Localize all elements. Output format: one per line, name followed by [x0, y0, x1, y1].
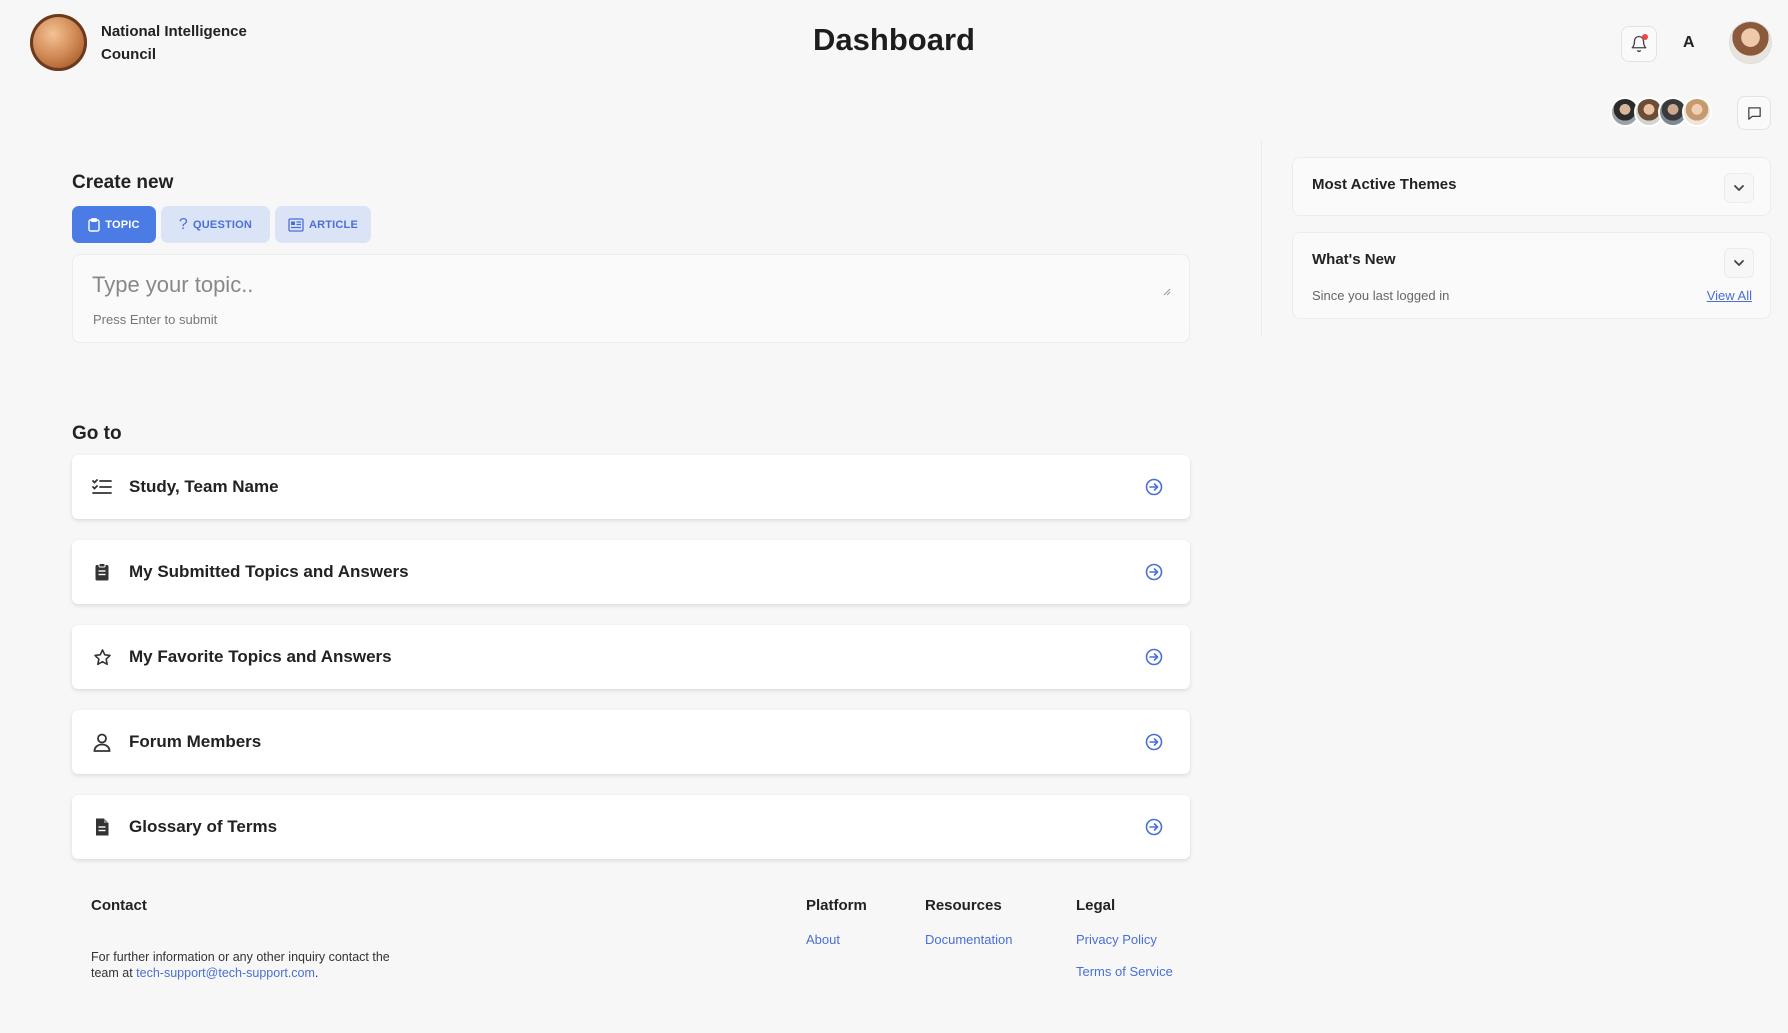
arrow-right-circle-icon[interactable]: [1145, 478, 1163, 496]
arrow-right-circle-icon[interactable]: [1145, 818, 1163, 836]
goto-submitted-topics[interactable]: My Submitted Topics and Answers: [72, 540, 1190, 604]
newspaper-icon: [288, 217, 304, 232]
contact-email-link[interactable]: tech-support@tech-support.com: [136, 966, 315, 980]
whats-new-panel: What's New Since you last logged in View…: [1292, 232, 1771, 319]
user-icon: [92, 732, 112, 752]
list-item-label: Glossary of Terms: [129, 817, 278, 836]
footer-link-terms[interactable]: Terms of Service: [1076, 964, 1173, 979]
chevron-down-icon: [1734, 260, 1744, 266]
arrow-right-circle-icon[interactable]: [1145, 733, 1163, 751]
expand-button[interactable]: [1724, 173, 1754, 203]
goto-glossary[interactable]: Glossary of Terms: [72, 795, 1190, 859]
tab-question-label: QUESTION: [193, 218, 253, 231]
document-icon: [92, 817, 112, 837]
notifications-button[interactable]: [1621, 26, 1657, 62]
tab-topic[interactable]: TOPIC: [72, 206, 156, 243]
goto-favorite-topics[interactable]: My Favorite Topics and Answers: [72, 625, 1190, 689]
panel-subtitle: Since you last logged in: [1312, 288, 1450, 303]
footer-link-about[interactable]: About: [806, 932, 840, 947]
footer-legal-title: Legal: [1076, 897, 1116, 914]
tab-article[interactable]: ARTICLE: [275, 206, 371, 243]
page-title: Dashboard: [813, 22, 975, 57]
view-all-link[interactable]: View All: [1707, 288, 1752, 303]
tab-question[interactable]: ? QUESTION: [161, 206, 270, 243]
arrow-right-circle-icon[interactable]: [1145, 563, 1163, 581]
create-tabs: TOPIC ? QUESTION ARTICLE: [72, 206, 371, 243]
list-item-label: My Favorite Topics and Answers: [129, 647, 392, 666]
list-item-label: My Submitted Topics and Answers: [129, 562, 409, 581]
column-divider: [1261, 140, 1262, 336]
star-icon: [92, 647, 112, 667]
create-new-title: Create new: [72, 172, 174, 193]
clipboard-filled-icon: [92, 562, 112, 582]
tab-topic-label: TOPIC: [105, 218, 140, 231]
notification-dot: [1642, 34, 1648, 40]
goto-forum-members[interactable]: Forum Members: [72, 710, 1190, 774]
panel-title: Most Active Themes: [1312, 176, 1457, 193]
chat-bubble-icon: [1747, 106, 1761, 120]
list-item-label: Forum Members: [129, 732, 262, 751]
submit-hint: Press Enter to submit: [93, 312, 218, 327]
avatar[interactable]: [1682, 97, 1712, 127]
language-switcher[interactable]: A: [1683, 34, 1695, 52]
list-item-label: Study, Team Name: [129, 477, 279, 496]
topic-composer: Press Enter to submit: [72, 254, 1190, 343]
chevron-down-icon: [1734, 185, 1744, 191]
footer-link-documentation[interactable]: Documentation: [925, 932, 1012, 947]
tab-article-label: ARTICLE: [308, 218, 359, 231]
panel-title: What's New: [1312, 251, 1396, 268]
goto-title: Go to: [72, 423, 122, 444]
topic-input[interactable]: [92, 272, 1132, 298]
online-users[interactable]: [1610, 97, 1712, 127]
contact-text-end: .: [314, 966, 319, 980]
footer-resources-title: Resources: [925, 897, 1002, 914]
arrow-right-circle-icon[interactable]: [1145, 648, 1163, 666]
expand-button[interactable]: [1724, 248, 1754, 278]
footer-link-privacy[interactable]: Privacy Policy: [1076, 932, 1157, 947]
messages-button[interactable]: [1737, 96, 1771, 130]
goto-study-team[interactable]: Study, Team Name: [72, 455, 1190, 519]
footer-platform-title: Platform: [806, 897, 867, 914]
footer-contact-title: Contact: [91, 897, 147, 914]
question-mark-icon: ?: [178, 215, 189, 233]
checklist-icon: [92, 477, 112, 497]
user-avatar[interactable]: [1729, 21, 1772, 64]
footer-contact-text: For further information or any other inq…: [91, 949, 411, 981]
clipboard-icon: [88, 217, 100, 232]
header: National Intelligence Council Dashboard …: [0, 0, 1788, 130]
resize-handle-icon[interactable]: [1163, 288, 1171, 296]
most-active-themes-panel: Most Active Themes: [1292, 157, 1771, 216]
